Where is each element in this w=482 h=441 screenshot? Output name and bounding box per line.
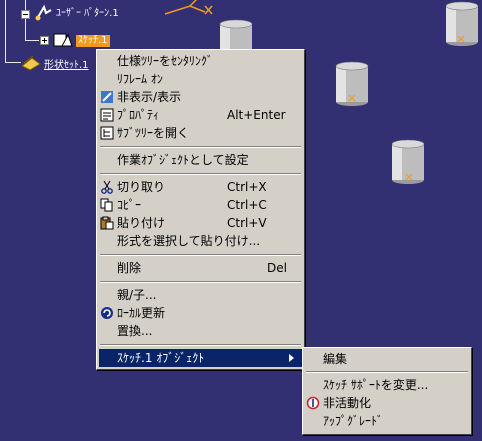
menu-item-replace[interactable]: 置換... — [99, 322, 302, 340]
submenu-item-edit[interactable]: 編集 — [305, 350, 469, 368]
menu-separator — [100, 254, 301, 256]
deactivate-icon — [306, 396, 320, 410]
menu-separator — [100, 146, 301, 148]
geometrical-set-icon[interactable] — [20, 54, 42, 72]
update-icon — [101, 307, 113, 319]
tree-branch-line — [25, 40, 39, 41]
menu-item-reframe-on[interactable]: ﾘﾌﾚｰﾑ ｵﾝ — [99, 70, 302, 88]
menu-separator — [306, 371, 468, 373]
menu-item-parents-children[interactable]: 親/子... — [99, 286, 302, 304]
menu-item-open-subtree[interactable]: ｻﾌﾞﾂﾘｰを開く — [99, 124, 302, 142]
context-menu: 仕様ﾂﾘｰをｾﾝﾀﾘﾝｸﾞ ﾘﾌﾚｰﾑ ｵﾝ 非表示/表示 ﾌﾟﾛﾊﾟﾃｨ Al… — [96, 49, 305, 370]
tree-item-sketch[interactable]: ｽｹｯﾁ.1 — [76, 35, 110, 47]
user-pattern-icon[interactable] — [34, 4, 54, 22]
submenu-item-upgrade[interactable]: ｱｯﾌﾟｸﾞﾚｰﾄﾞ — [305, 412, 469, 430]
collapse-icon[interactable] — [21, 10, 30, 19]
scissors-icon — [101, 180, 113, 194]
submenu-item-change-sketch-support[interactable]: ｽｹｯﾁ ｻﾎﾟｰﾄを変更... — [305, 376, 469, 394]
menu-item-center-graph[interactable]: 仕様ﾂﾘｰをｾﾝﾀﾘﾝｸﾞ — [99, 52, 302, 70]
expand-icon[interactable] — [40, 36, 49, 45]
cylinder-part[interactable] — [444, 0, 480, 48]
paste-icon — [100, 216, 114, 230]
menu-item-cut[interactable]: 切り取り Ctrl+X — [99, 178, 302, 196]
menu-item-paste[interactable]: 貼り付け Ctrl+V — [99, 214, 302, 232]
menu-item-sketch-object[interactable]: ｽｹｯﾁ.1 ｵﾌﾞｼﾞｪｸﾄ — [99, 349, 302, 367]
menu-item-paste-special[interactable]: 形式を選択して貼り付け... — [99, 232, 302, 250]
tree-icon — [100, 126, 114, 140]
menu-item-local-update[interactable]: ﾛｰｶﾙ更新 — [99, 304, 302, 322]
hide-show-icon — [101, 91, 113, 103]
menu-separator — [100, 344, 301, 346]
menu-item-properties[interactable]: ﾌﾟﾛﾊﾟﾃｨ Alt+Enter — [99, 106, 302, 124]
sketch-object-submenu: 編集 ｽｹｯﾁ ｻﾎﾟｰﾄを変更... 非活動化 ｱｯﾌﾟｸﾞﾚｰﾄﾞ — [302, 347, 472, 435]
compass-icon[interactable] — [160, 0, 220, 20]
menu-separator — [100, 173, 301, 175]
tree-branch-line — [5, 62, 21, 63]
properties-icon — [100, 108, 114, 122]
menu-item-hide-show[interactable]: 非表示/表示 — [99, 88, 302, 106]
menu-item-delete[interactable]: 削除 Del — [99, 259, 302, 277]
menu-item-copy[interactable]: ｺﾋﾟｰ Ctrl+C — [99, 196, 302, 214]
menu-item-define-in-work-object[interactable]: 作業ｵﾌﾞｼﾞｪｸﾄとして設定 — [99, 151, 302, 169]
menu-separator — [100, 281, 301, 283]
cylinder-part[interactable] — [334, 60, 370, 108]
tree-item-user-pattern[interactable]: ﾕｰｻﾞｰ ﾊﾟﾀｰﾝ.1 — [56, 8, 119, 20]
sketch-icon[interactable] — [52, 31, 74, 49]
cylinder-part[interactable] — [390, 138, 426, 186]
tree-item-geometrical-set[interactable]: 形状ｾｯﾄ.1 — [44, 60, 89, 72]
copy-icon — [100, 198, 113, 212]
submenu-item-deactivate[interactable]: 非活動化 — [305, 394, 469, 412]
submenu-arrow-icon — [289, 354, 294, 362]
tree-branch-line — [25, 0, 26, 40]
tree-branch-line — [5, 0, 6, 62]
